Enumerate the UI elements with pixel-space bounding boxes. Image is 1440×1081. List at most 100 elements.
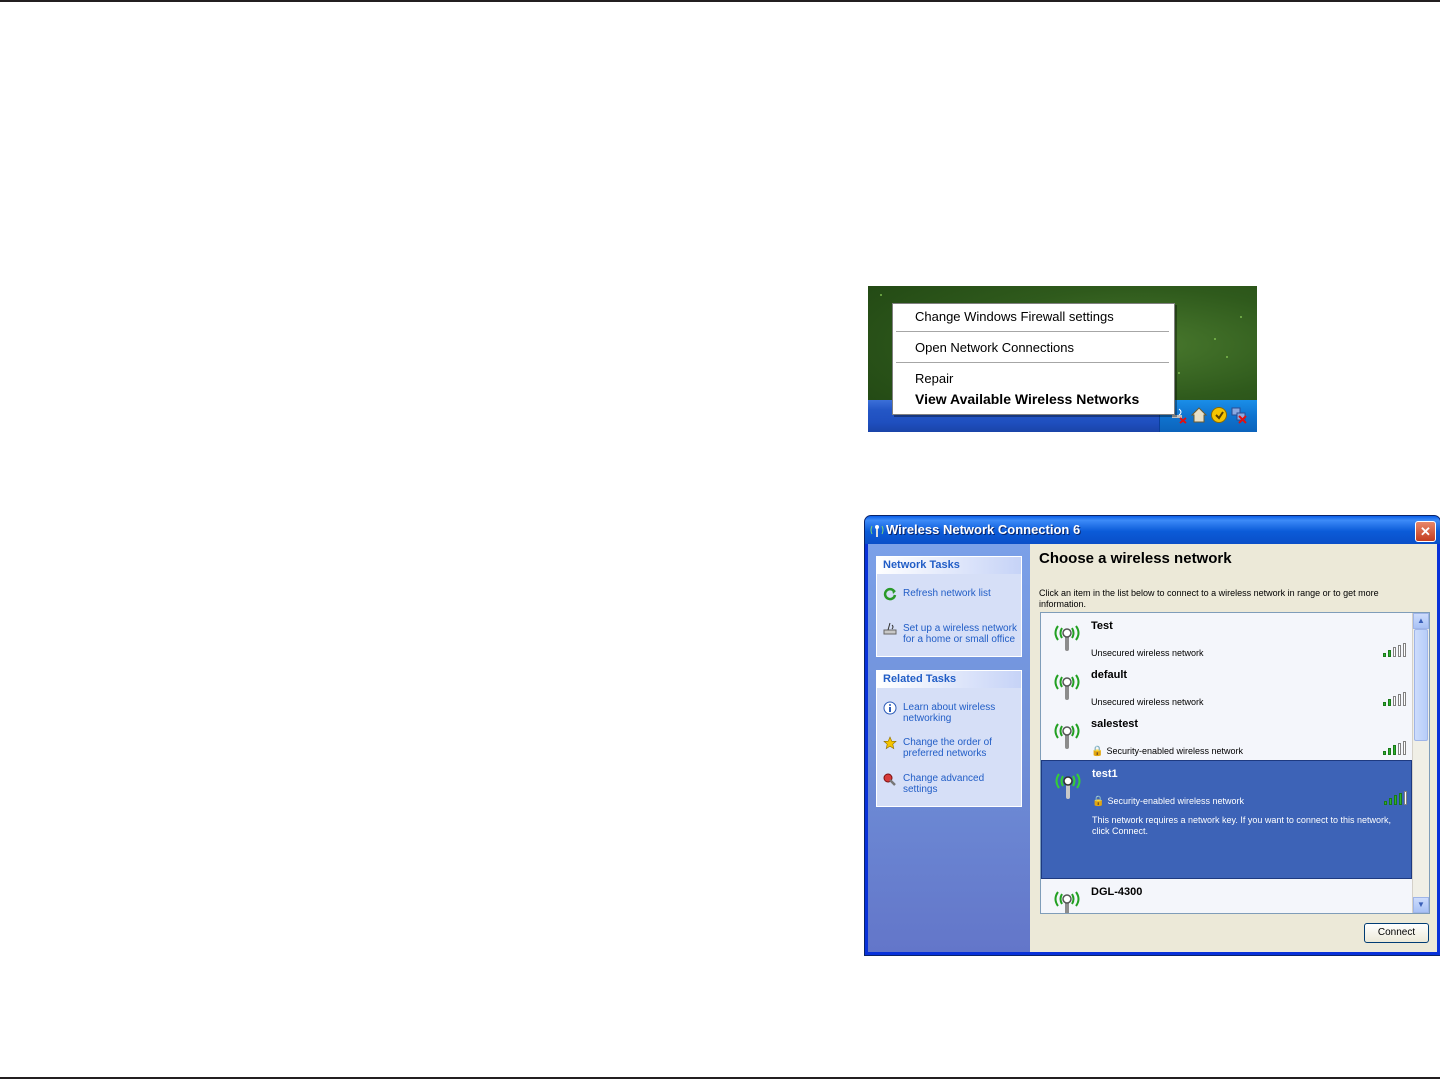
bottom-rule xyxy=(0,1077,1440,1079)
tray-context-menu-screenshot: Change Windows Firewall settings Open Ne… xyxy=(868,286,1257,432)
change-preferred-order-label: Change the order of preferred networks xyxy=(903,737,992,759)
wireless-network-icon xyxy=(1050,671,1084,700)
signal-bar xyxy=(1384,801,1387,805)
wireless-network-icon xyxy=(1050,888,1084,913)
wireless-antenna-icon xyxy=(869,522,885,538)
network-security-status: 🔒 Security-enabled wireless network xyxy=(1091,746,1243,757)
signal-bar xyxy=(1403,741,1406,755)
security-label: Security-enabled wireless network xyxy=(1107,796,1245,806)
network-name: salestest xyxy=(1091,718,1139,730)
lock-icon: 🔒 xyxy=(1092,796,1105,807)
signal-strength-icon xyxy=(1383,692,1407,706)
signal-bar xyxy=(1389,798,1392,805)
network-error-icon[interactable] xyxy=(1230,406,1248,424)
change-preferred-order-link[interactable]: Change the order of preferred networks xyxy=(883,736,1019,760)
top-rule xyxy=(0,0,1440,2)
signal-bar xyxy=(1383,653,1386,657)
setup-network-icon xyxy=(883,622,897,636)
network-row-default[interactable]: default Unsecured wireless network xyxy=(1041,662,1412,711)
network-security-status: 🔒 Security-enabled wireless network xyxy=(1092,796,1244,807)
title-bar[interactable]: Wireless Network Connection 6 ✕ xyxy=(865,516,1440,544)
network-security-status: Unsecured wireless network xyxy=(1091,697,1204,707)
network-row-test1[interactable]: test1 🔒 Security-enabled wireless network… xyxy=(1041,760,1412,879)
connect-button[interactable]: Connect xyxy=(1364,923,1429,943)
network-name: Test xyxy=(1091,620,1113,632)
signal-bar xyxy=(1404,791,1407,805)
choose-network-heading: Choose a wireless network xyxy=(1039,550,1232,567)
signal-bar xyxy=(1393,745,1396,755)
desktop-speck xyxy=(1178,372,1180,374)
network-key-message: This network requires a network key. If … xyxy=(1092,815,1391,836)
wireless-network-dialog: Wireless Network Connection 6 ✕ Network … xyxy=(864,515,1440,956)
refresh-network-list-link[interactable]: Refresh network list xyxy=(883,587,1019,601)
context-menu: Change Windows Firewall settings Open Ne… xyxy=(892,303,1175,415)
close-button[interactable]: ✕ xyxy=(1415,521,1436,542)
signal-bar xyxy=(1398,743,1401,755)
signal-bar xyxy=(1383,751,1386,755)
network-row-test[interactable]: Test Unsecured wireless network xyxy=(1041,613,1412,662)
wireless-network-icon xyxy=(1050,622,1084,651)
dialog-title: Wireless Network Connection 6 xyxy=(886,522,1081,537)
setup-wireless-network-link[interactable]: Set up a wireless network for a home or … xyxy=(883,622,1019,646)
close-icon: ✕ xyxy=(1420,524,1431,539)
network-name: DGL-4300 xyxy=(1091,886,1143,898)
refresh-icon xyxy=(883,587,897,601)
home-icon[interactable] xyxy=(1190,406,1208,424)
info-icon xyxy=(883,701,897,715)
change-advanced-settings-label: Change advanced settings xyxy=(903,773,985,795)
network-tasks-panel: Network Tasks Refresh network list Set u… xyxy=(876,556,1022,657)
settings-icon xyxy=(883,772,897,786)
network-name: default xyxy=(1091,669,1128,681)
scroll-thumb[interactable] xyxy=(1414,629,1428,741)
menu-separator xyxy=(896,331,1169,332)
signal-bar xyxy=(1388,650,1391,657)
learn-wireless-label: Learn about wireless networking xyxy=(903,702,996,724)
chevron-up-icon: ▲ xyxy=(1417,616,1425,625)
desktop-speck xyxy=(1240,316,1242,318)
change-advanced-settings-link[interactable]: Change advanced settings xyxy=(883,772,1019,796)
signal-bar xyxy=(1403,692,1406,706)
desktop-speck xyxy=(880,294,882,296)
signal-bar xyxy=(1383,702,1386,706)
wireless-network-icon xyxy=(1050,720,1084,749)
signal-bar xyxy=(1393,647,1396,657)
signal-strength-icon xyxy=(1383,643,1407,657)
network-row-dgl-4300[interactable]: DGL-4300 xyxy=(1041,879,1412,913)
instructions-text: Click an item in the list below to conne… xyxy=(1039,588,1379,609)
lock-icon: 🔒 xyxy=(1091,746,1104,757)
security-alert-icon[interactable] xyxy=(1210,406,1228,424)
menu-item-repair[interactable]: Repair xyxy=(915,370,953,388)
signal-bar xyxy=(1393,696,1396,706)
setup-wireless-network-label: Set up a wireless network for a home or … xyxy=(903,623,1017,645)
star-icon xyxy=(883,736,897,750)
network-tasks-heading: Network Tasks xyxy=(877,557,1021,574)
menu-item-view-wireless-networks[interactable]: View Available Wireless Networks xyxy=(915,390,1139,408)
security-label: Security-enabled wireless network xyxy=(1106,746,1244,756)
menu-item-firewall-settings[interactable]: Change Windows Firewall settings xyxy=(915,308,1114,326)
network-name: test1 xyxy=(1092,768,1118,780)
signal-bar xyxy=(1398,645,1401,657)
task-pane: Network Tasks Refresh network list Set u… xyxy=(868,544,1030,952)
refresh-network-list-label: Refresh network list xyxy=(903,588,991,599)
list-scrollbar[interactable]: ▲ ▼ xyxy=(1412,613,1429,913)
desktop-speck xyxy=(1226,356,1228,358)
signal-bar xyxy=(1388,748,1391,755)
signal-bar xyxy=(1403,643,1406,657)
learn-wireless-link[interactable]: Learn about wireless networking xyxy=(883,701,1019,725)
network-row-salestest[interactable]: salestest 🔒 Security-enabled wireless net… xyxy=(1041,711,1412,760)
scroll-down-button[interactable]: ▼ xyxy=(1413,897,1429,913)
signal-bar xyxy=(1394,795,1397,805)
signal-strength-icon xyxy=(1383,741,1407,755)
menu-item-open-network-connections[interactable]: Open Network Connections xyxy=(915,339,1074,357)
scroll-up-button[interactable]: ▲ xyxy=(1413,613,1429,629)
network-security-status: Unsecured wireless network xyxy=(1091,648,1204,658)
signal-bar xyxy=(1398,694,1401,706)
wireless-network-list: Test Unsecured wireless network default … xyxy=(1040,612,1430,914)
signal-strength-icon xyxy=(1383,909,1407,913)
desktop-speck xyxy=(1214,338,1216,340)
signal-bar xyxy=(1399,793,1402,805)
wireless-network-icon xyxy=(1051,770,1085,799)
menu-separator xyxy=(896,362,1169,363)
signal-strength-icon xyxy=(1384,791,1408,805)
signal-bar xyxy=(1388,699,1391,706)
